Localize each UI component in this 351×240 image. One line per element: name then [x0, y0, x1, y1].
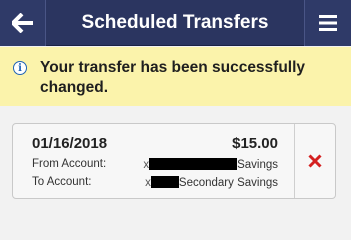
back-button[interactable]	[0, 0, 46, 46]
delete-transfer-button[interactable]	[295, 124, 335, 198]
from-account-name: Savings	[237, 159, 278, 171]
alert-message: Your transfer has been successfully chan…	[40, 59, 306, 96]
transfer-date: 01/16/2018	[32, 135, 108, 152]
redaction-bar	[150, 176, 179, 188]
transfer-card[interactable]: 01/16/2018 $15.00 From Account: x Savings…	[12, 123, 336, 199]
to-account-name: Secondary Savings	[178, 177, 278, 189]
from-account-label: From Account:	[32, 158, 107, 170]
from-account-value: x Savings	[143, 158, 278, 171]
delete-x-icon	[308, 154, 322, 168]
redaction-bar	[149, 158, 238, 170]
to-account-label: To Account:	[32, 176, 92, 188]
arrow-left-icon	[11, 13, 33, 33]
transfer-details[interactable]: 01/16/2018 $15.00 From Account: x Savings…	[13, 124, 295, 198]
app-header: Scheduled Transfers	[0, 0, 351, 46]
info-icon: i	[13, 61, 27, 75]
success-alert: i Your transfer has been successfully ch…	[0, 47, 351, 106]
menu-button[interactable]	[304, 0, 351, 46]
hamburger-menu-icon	[319, 15, 337, 31]
page-title: Scheduled Transfers	[81, 12, 269, 33]
transfer-amount: $15.00	[232, 135, 278, 152]
to-account-value: x Secondary Savings	[145, 176, 278, 189]
